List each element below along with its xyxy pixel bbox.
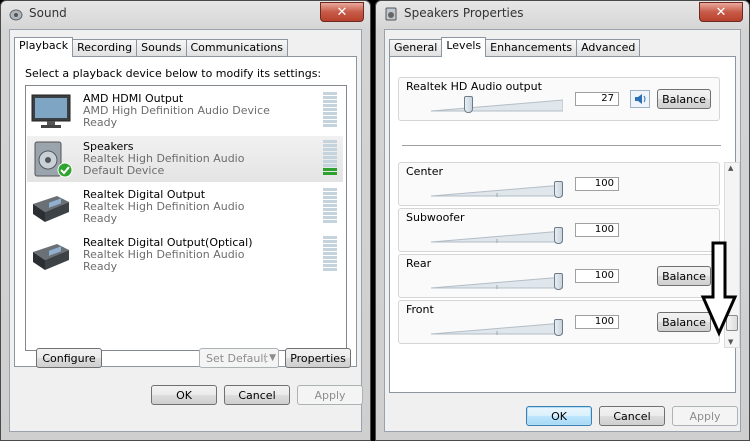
sound-app-icon bbox=[9, 9, 23, 21]
sound-client: Playback Recording Sounds Communications… bbox=[9, 29, 363, 432]
speaker-mute-icon[interactable] bbox=[630, 90, 650, 108]
tab-advanced[interactable]: Advanced bbox=[576, 39, 641, 56]
channel-label: Subwoofer bbox=[406, 211, 465, 224]
slider-track bbox=[430, 99, 564, 112]
level-meter bbox=[323, 92, 337, 130]
scroll-up-icon[interactable]: ▲ bbox=[728, 164, 733, 172]
channel-label: Rear bbox=[406, 257, 432, 270]
instruction-text: Select a playback device below to modify… bbox=[25, 67, 322, 80]
device-status: Ready bbox=[83, 116, 118, 129]
channel-value[interactable]: 100 bbox=[575, 269, 619, 283]
slider-thumb[interactable] bbox=[554, 273, 563, 290]
close-button[interactable]: ✕ bbox=[699, 2, 743, 22]
ok-button[interactable]: OK bbox=[526, 406, 592, 426]
scroll-down-icon[interactable]: ▼ bbox=[728, 338, 733, 346]
set-default-label: Set Default bbox=[206, 351, 268, 365]
main-output-slider[interactable] bbox=[430, 96, 564, 113]
main-output-label: Realtek HD Audio output bbox=[406, 80, 542, 93]
speakers-client: General Levels Enhancements Advanced Rea… bbox=[384, 29, 741, 432]
chevron-down-icon: ▼ bbox=[265, 353, 276, 363]
slider-track bbox=[430, 276, 564, 289]
main-balance-button[interactable]: Balance bbox=[657, 89, 711, 109]
main-output-value[interactable]: 27 bbox=[575, 92, 619, 106]
level-meter bbox=[323, 236, 337, 274]
cancel-button[interactable]: Cancel bbox=[599, 406, 665, 426]
ok-button[interactable]: OK bbox=[151, 385, 217, 405]
tab-levels[interactable]: Levels bbox=[441, 37, 487, 57]
close-icon: ✕ bbox=[336, 4, 348, 20]
channel-rear: Rear 100 Balance bbox=[398, 254, 720, 298]
channel-slider[interactable] bbox=[430, 319, 564, 336]
device-status: Ready bbox=[83, 212, 118, 225]
channel-slider[interactable] bbox=[430, 273, 564, 290]
slider-track bbox=[430, 322, 564, 335]
playback-panel: Select a playback device below to modify… bbox=[14, 56, 357, 368]
tab-general[interactable]: General bbox=[389, 39, 443, 56]
channel-value[interactable]: 100 bbox=[575, 315, 619, 329]
channel-slider[interactable] bbox=[430, 181, 564, 198]
list-item[interactable]: Realtek Digital Output(Optical) Realtek … bbox=[27, 232, 343, 278]
window-title: Speakers Properties bbox=[404, 6, 524, 20]
properties-button[interactable]: Properties bbox=[285, 348, 351, 368]
channel-label: Front bbox=[406, 303, 434, 316]
tab-enhancements[interactable]: Enhancements bbox=[485, 39, 578, 56]
slider-thumb[interactable] bbox=[554, 181, 563, 198]
slider-thumb[interactable] bbox=[464, 96, 474, 113]
device-status: Default Device bbox=[83, 164, 165, 177]
window-title: Sound bbox=[29, 6, 67, 20]
channel-list[interactable]: Center 100 Subwoofer 100 Rear 100 Balanc… bbox=[390, 162, 740, 350]
level-meter bbox=[323, 140, 337, 178]
device-status: Ready bbox=[83, 260, 118, 273]
set-default-button[interactable]: Set Default ▼ bbox=[199, 348, 279, 368]
channel-value[interactable]: 100 bbox=[575, 223, 619, 237]
speakers-titlebar[interactable]: Speakers Properties ✕ bbox=[376, 1, 749, 27]
channel-front: Front 100 Balance bbox=[398, 300, 720, 344]
channel-slider[interactable] bbox=[430, 227, 564, 244]
slider-track bbox=[430, 184, 564, 197]
list-item[interactable]: Realtek Digital Output Realtek High Defi… bbox=[27, 184, 343, 230]
speakers-properties-window: Speakers Properties ✕ General Levels Enh… bbox=[375, 0, 750, 441]
levels-panel: Realtek HD Audio output 27 Balance Cente… bbox=[389, 56, 740, 393]
sound-tabs: Playback Recording Sounds Communications bbox=[14, 37, 288, 57]
level-meter bbox=[323, 188, 337, 226]
slider-thumb[interactable] bbox=[554, 227, 563, 244]
separator bbox=[402, 145, 721, 146]
tab-playback[interactable]: Playback bbox=[14, 37, 74, 57]
main-output-group: Realtek HD Audio output 27 Balance bbox=[398, 77, 720, 121]
list-item[interactable]: Speakers Realtek High Definition Audio D… bbox=[27, 136, 343, 182]
configure-button[interactable]: Configure bbox=[36, 348, 102, 368]
channel-center: Center 100 bbox=[398, 162, 720, 206]
sound-window: Sound ✕ Playback Recording Sounds Commun… bbox=[0, 0, 371, 441]
device-list[interactable]: AMD HDMI Output AMD High Definition Audi… bbox=[25, 85, 347, 351]
cancel-button[interactable]: Cancel bbox=[224, 385, 290, 405]
speaker-app-icon bbox=[385, 7, 397, 21]
channel-value[interactable]: 100 bbox=[575, 177, 619, 191]
close-icon: ✕ bbox=[715, 4, 727, 20]
monitor-icon bbox=[31, 94, 71, 128]
speakers-tabs: General Levels Enhancements Advanced bbox=[389, 37, 641, 57]
down-arrow-annotation-icon bbox=[700, 241, 738, 337]
sound-titlebar[interactable]: Sound ✕ bbox=[1, 1, 370, 27]
apply-button[interactable]: Apply bbox=[672, 406, 738, 426]
tab-recording[interactable]: Recording bbox=[72, 39, 138, 56]
speaker-icon bbox=[34, 141, 73, 178]
apply-button[interactable]: Apply bbox=[297, 385, 363, 405]
slider-thumb[interactable] bbox=[554, 319, 563, 336]
close-button[interactable]: ✕ bbox=[320, 2, 364, 22]
tab-sounds[interactable]: Sounds bbox=[136, 39, 187, 56]
digital-output-icon bbox=[33, 244, 69, 270]
channel-subwoofer: Subwoofer 100 bbox=[398, 208, 720, 252]
channel-label: Center bbox=[406, 165, 444, 178]
list-item[interactable]: AMD HDMI Output AMD High Definition Audi… bbox=[27, 88, 343, 134]
slider-track bbox=[430, 230, 564, 243]
tab-communications[interactable]: Communications bbox=[185, 39, 288, 56]
digital-output-icon bbox=[33, 196, 69, 222]
